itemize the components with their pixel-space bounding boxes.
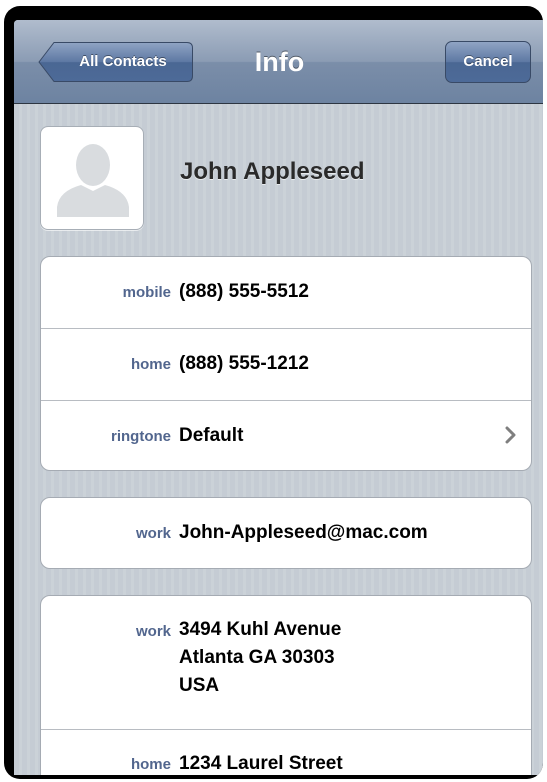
all-contacts-back-button[interactable]: All Contacts [38, 41, 194, 83]
row-label: mobile [122, 284, 171, 301]
table-row-home[interactable]: home (888) 555-1212 [41, 329, 531, 401]
table-row-work-email[interactable]: work John-Appleseed@mac.com [41, 498, 531, 568]
address-line: 3494 Kuhl Avenue [179, 619, 342, 640]
row-label: work [135, 623, 171, 640]
address-line: 1234 Laurel Street [179, 753, 343, 774]
device-frame: All Contacts Info Cancel John Appleseed … [4, 6, 543, 779]
person-silhouette-icon [57, 144, 129, 217]
row-value: (888) 555-5512 [179, 281, 309, 302]
address-line: Atlanta GA 30303 [179, 647, 335, 668]
avatar[interactable] [40, 126, 144, 230]
chevron-right-icon [505, 426, 516, 444]
row-value: John-Appleseed@mac.com [179, 522, 428, 543]
row-value: (888) 555-1212 [179, 353, 309, 374]
row-value: Default [179, 425, 244, 446]
table-row-work-address[interactable]: work 3494 Kuhl Avenue Atlanta GA 30303 U… [41, 596, 531, 730]
email-group: work John-Appleseed@mac.com [40, 497, 532, 569]
row-label: home [130, 356, 171, 373]
row-label: home [130, 756, 171, 773]
cancel-button[interactable]: Cancel [445, 41, 531, 83]
address-group: work 3494 Kuhl Avenue Atlanta GA 30303 U… [40, 595, 532, 775]
contact-name: John Appleseed [180, 158, 365, 185]
row-label: ringtone [111, 428, 171, 445]
address-value: 1234 Laurel Street [179, 750, 343, 775]
navigation-bar: All Contacts Info Cancel [14, 20, 543, 104]
table-row-ringtone[interactable]: ringtone Default [41, 401, 531, 470]
phone-group: mobile (888) 555-5512 home (888) 555-121… [40, 256, 532, 471]
table-row-mobile[interactable]: mobile (888) 555-5512 [41, 257, 531, 329]
screen: All Contacts Info Cancel John Appleseed … [14, 20, 543, 775]
table-row-home-address[interactable]: home 1234 Laurel Street [41, 730, 531, 775]
row-label: work [135, 525, 171, 542]
address-line: USA [179, 675, 220, 696]
address-value: 3494 Kuhl Avenue Atlanta GA 30303 USA [179, 616, 341, 700]
all-contacts-label: All Contacts [79, 53, 167, 70]
